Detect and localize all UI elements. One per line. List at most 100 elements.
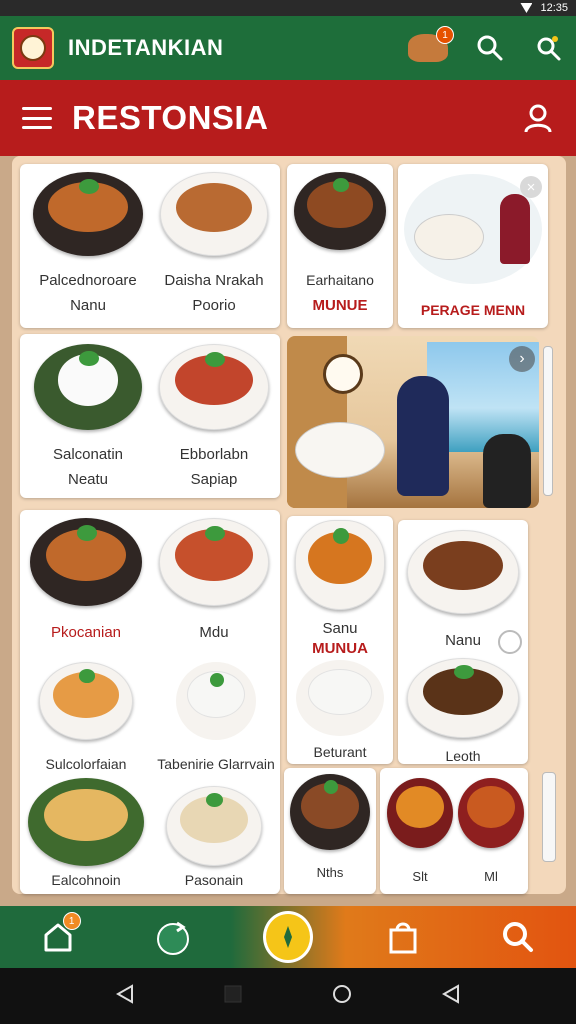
restaurant-photo[interactable]: ›	[287, 336, 539, 508]
scrollbar[interactable]	[543, 346, 553, 496]
settings-icon[interactable]	[532, 32, 564, 64]
search-icon[interactable]	[474, 32, 506, 64]
dish-image	[33, 172, 143, 256]
menu-item[interactable]: Salconatin Neatu	[28, 344, 148, 492]
app-bar: INDETANKIAN 1	[0, 16, 576, 80]
compass-icon[interactable]	[262, 911, 313, 963]
page-title: RESTONSIA	[72, 99, 269, 136]
promo-title: PERAGE MENN	[420, 302, 526, 318]
item-name: Sulcolorfaian	[45, 756, 127, 772]
item-subtitle: Neatu	[67, 471, 109, 488]
menu-item[interactable]: Ealcohnoin	[26, 778, 146, 893]
status-bar: 12:35	[0, 0, 576, 16]
item-name: Ealcohnoin	[51, 872, 121, 888]
item-name: Pkocanian	[50, 624, 122, 641]
menu-item[interactable]: Ebborlabn Sapiap	[154, 344, 274, 492]
search-icon[interactable]	[493, 912, 543, 962]
menu-item[interactable]: Pkocanian	[26, 518, 146, 645]
menu-item[interactable]: Beturant	[291, 660, 389, 764]
item-name: Salconatin	[52, 446, 124, 463]
dish-image	[294, 172, 386, 250]
dish-image	[166, 786, 262, 866]
menu-card: Salconatin Neatu Ebborlabn Sapiap	[20, 334, 280, 498]
dish-image	[28, 778, 144, 866]
menu-item[interactable]: Mdu	[154, 518, 274, 645]
home-badge: 1	[62, 912, 81, 930]
menu-item[interactable]: Ml	[456, 778, 526, 889]
menu-card[interactable]: Nths	[284, 768, 376, 894]
item-subtitle: MUNUA	[312, 640, 368, 657]
home-icon[interactable]: 1	[33, 912, 83, 962]
dine-icon[interactable]	[148, 912, 198, 962]
promo-card[interactable]: × PERAGE MENN	[398, 164, 548, 328]
item-name: Tabenirie Glarrvain	[157, 756, 275, 772]
dish-image	[160, 172, 268, 256]
dish-image	[34, 344, 142, 430]
menu-item[interactable]: Earhaitano MUNUE	[291, 172, 389, 318]
menu-card: Sanu MUNUA Beturant	[287, 516, 393, 764]
logo-icon[interactable]	[12, 27, 54, 69]
item-name: Slt	[412, 869, 428, 884]
item-name: Daisha Nrakah	[164, 272, 264, 289]
dish-image	[407, 530, 519, 614]
item-name: Leoth	[445, 748, 481, 764]
back-alt-icon[interactable]	[440, 983, 462, 1010]
dish-image	[458, 778, 524, 848]
menu-item[interactable]: Tabenirie Glarrvain	[154, 662, 278, 777]
dish-image	[159, 518, 269, 606]
wifi-icon	[520, 3, 533, 13]
close-icon[interactable]: ×	[520, 176, 542, 198]
select-radio[interactable]	[498, 630, 522, 654]
user-icon[interactable]	[522, 102, 554, 134]
item-subtitle: Nanu	[70, 297, 106, 314]
item-name: Palcednoroare	[39, 272, 137, 289]
hamburger-menu-icon[interactable]	[22, 107, 52, 129]
menu-item[interactable]: Leoth	[404, 658, 522, 764]
menu-item[interactable]: Sanu MUNUA	[291, 520, 389, 657]
menu-card: Slt Ml	[380, 768, 528, 894]
item-name: Sanu	[322, 620, 358, 637]
bottom-nav: 1	[0, 906, 576, 968]
dish-image	[296, 660, 384, 736]
menu-card: Palcednoroare Nanu Daisha Nrakah Poorio	[20, 164, 280, 328]
item-name: Mdu	[199, 624, 229, 641]
overview-icon[interactable]	[223, 984, 243, 1009]
home-nav-icon[interactable]	[331, 983, 353, 1010]
menu-item[interactable]: Palcednoroare Nanu	[28, 172, 148, 318]
item-name: Beturant	[313, 744, 367, 760]
dish-image	[30, 518, 142, 606]
dish-image	[39, 662, 133, 740]
chevron-right-icon[interactable]: ›	[509, 346, 535, 372]
dish-image	[407, 658, 519, 738]
status-time: 12:35	[540, 2, 568, 14]
dish-image	[295, 520, 385, 610]
item-name: Ebborlabn	[179, 446, 249, 463]
menu-item[interactable]: Nths	[286, 774, 374, 885]
item-name: Ml	[484, 869, 498, 884]
menu-item[interactable]: Slt	[384, 778, 456, 889]
bag-icon[interactable]	[378, 912, 428, 962]
item-subtitle: Poorio	[192, 297, 236, 314]
dish-image	[387, 778, 453, 848]
dish-image	[290, 774, 370, 850]
menu-card: Pkocanian Mdu Sulcolorfaian Tabenirie Gl…	[20, 510, 280, 894]
page-header: RESTONSIA	[0, 80, 576, 156]
item-name: Nanu	[445, 632, 481, 649]
item-name: Earhaitano	[306, 272, 374, 288]
item-name: Nths	[316, 865, 344, 880]
menu-card: Nanu Leoth	[398, 520, 528, 764]
app-title: INDETANKIAN	[68, 35, 224, 60]
menu-item[interactable]: Sulcolorfaian	[26, 662, 146, 777]
menu-card[interactable]: Earhaitano MUNUE	[287, 164, 393, 328]
back-icon[interactable]	[114, 983, 136, 1010]
cart-badge: 1	[436, 26, 454, 44]
system-nav-bar	[0, 968, 576, 1024]
menu-item[interactable]: Daisha Nrakah Poorio	[154, 172, 274, 318]
clock-icon	[323, 354, 363, 394]
scrollbar[interactable]	[542, 772, 556, 862]
food-cart-icon[interactable]: 1	[408, 26, 454, 62]
menu-item[interactable]: Pasonain	[154, 786, 274, 893]
item-subtitle: Sapiap	[190, 471, 238, 488]
dish-image	[159, 344, 269, 430]
item-name: Pasonain	[184, 872, 244, 888]
